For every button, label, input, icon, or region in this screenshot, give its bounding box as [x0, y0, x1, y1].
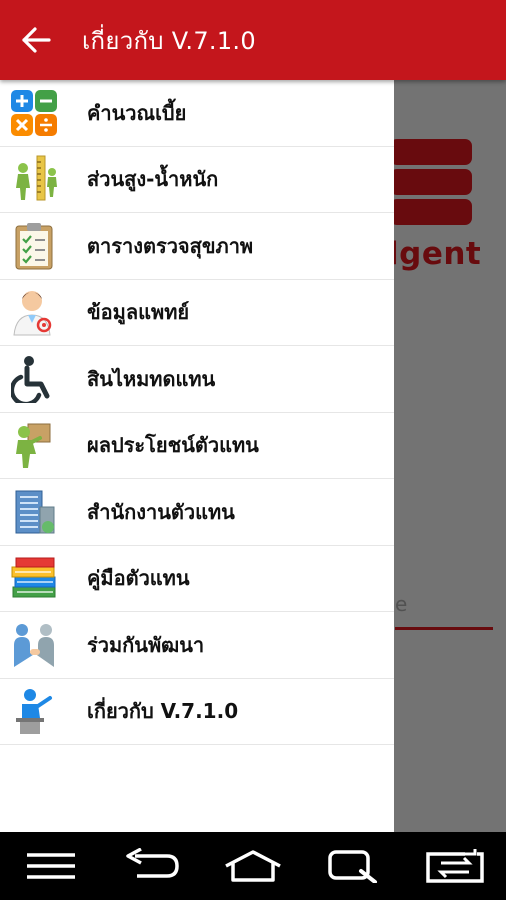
office-building-icon	[9, 487, 59, 537]
doctor-icon	[9, 287, 59, 337]
handshake-people-icon	[9, 620, 59, 670]
system-nav-bar	[0, 832, 506, 900]
wheelchair-icon	[9, 354, 59, 404]
height-weight-icon	[9, 154, 59, 204]
nav-menu-button[interactable]	[16, 836, 86, 896]
menu-item-label: คู่มือตัวแทน	[87, 566, 190, 591]
menu-item-label: เกี่ยวกับ V.7.1.0	[87, 699, 239, 724]
back-icon	[126, 848, 179, 878]
menu-icon	[26, 853, 75, 879]
menu-item-agent-office[interactable]: สำนักงานตัวแทน	[0, 479, 394, 546]
menu-item-label: ร่วมกันพัฒนา	[87, 632, 205, 657]
menu-item-height-weight[interactable]: ส่วนสูง-น้ำหนัก	[0, 147, 394, 213]
menu-item-label: ข้อมูลแพทย์	[87, 300, 190, 325]
menu-item-co-develop[interactable]: ร่วมกันพัฒนา	[0, 612, 394, 679]
menu-item-agent-manual[interactable]: คู่มือตัวแทน	[0, 546, 394, 612]
nav-back-button[interactable]	[117, 836, 187, 896]
nav-search-button[interactable]	[319, 836, 389, 896]
menu-item-label: ตารางตรวจสุขภาพ	[87, 233, 254, 258]
nav-home-button[interactable]	[218, 836, 288, 896]
menu-item-label: สินไหมทดแทน	[87, 366, 216, 391]
back-button[interactable]	[0, 0, 72, 80]
menu-item-label: คำนวณเบี้ย	[87, 100, 187, 125]
arrow-left-icon	[22, 27, 51, 53]
page-title: เกี่ยวกับ V.7.1.0	[82, 26, 256, 55]
home-icon	[225, 850, 281, 882]
menu-item-health-check-table[interactable]: ตารางตรวจสุขภาพ	[0, 213, 394, 280]
menu-item-agent-benefits[interactable]: ผลประโยชน์ตัวแทน	[0, 413, 394, 479]
menu-item-label: สำนักงานตัวแทน	[87, 499, 235, 524]
calculator-icon	[9, 88, 59, 138]
menu-item-claims[interactable]: สินไหมทดแทน	[0, 346, 394, 413]
nav-switch-apps-button[interactable]	[420, 836, 490, 896]
clipboard-checklist-icon	[9, 221, 59, 271]
menu-item-label: ส่วนสูง-น้ำหนัก	[87, 167, 219, 192]
menu-item-calculate-premium[interactable]: คำนวณเบี้ย	[0, 80, 394, 147]
menu-item-label: ผลประโยชน์ตัวแทน	[87, 433, 259, 458]
menu-item-about[interactable]: เกี่ยวกับ V.7.1.0	[0, 679, 394, 745]
app-bar: เกี่ยวกับ V.7.1.0	[0, 0, 506, 80]
books-icon	[9, 553, 59, 603]
menu-item-doctor-info[interactable]: ข้อมูลแพทย์	[0, 280, 394, 346]
navigation-drawer: คำนวณเบี้ย ส่วนสูง-น้ำหนัก ตารางตรวจสุขภ…	[0, 80, 394, 832]
presenter-icon	[9, 686, 59, 736]
switch-apps-icon	[426, 849, 485, 883]
search-icon	[328, 850, 378, 883]
person-carrying-box-icon	[9, 420, 59, 470]
